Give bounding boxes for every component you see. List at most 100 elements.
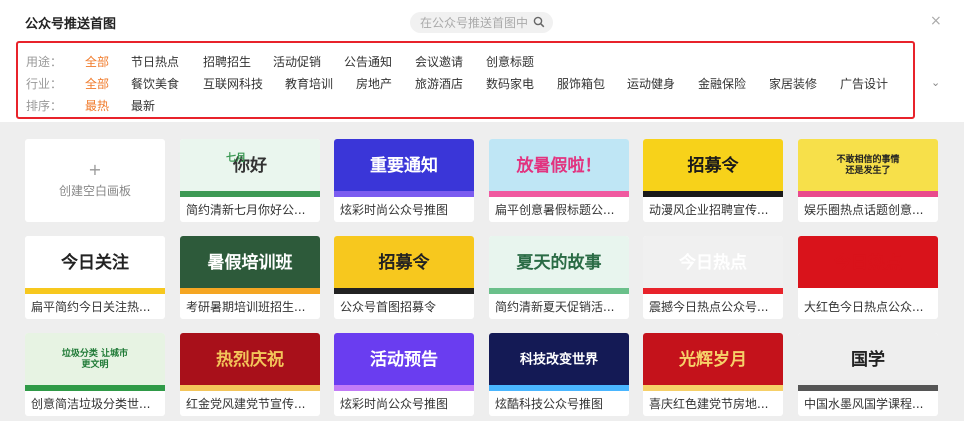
- template-caption[interactable]: 红金党风建党节宣传...: [186, 395, 318, 412]
- template-caption[interactable]: 炫彩时尚公众号推图: [340, 201, 472, 218]
- thumbnail-decoration: [180, 191, 320, 197]
- thumbnail-decoration: [798, 288, 938, 294]
- template-thumbnail[interactable]: 不敢相信的事情还是发生了: [798, 139, 938, 197]
- template-card[interactable]: 招募令动漫风企业招聘宣传...: [643, 139, 783, 222]
- template-caption[interactable]: 中国水墨风国学课程...: [804, 395, 936, 412]
- industry-option[interactable]: 家居装修: [769, 75, 817, 92]
- template-thumbnail[interactable]: 光辉岁月: [643, 333, 783, 391]
- sort-filter-row: 排序： 最热 最新: [26, 96, 155, 114]
- thumbnail-headline: 光辉岁月: [679, 349, 747, 370]
- search-input[interactable]: [420, 15, 530, 30]
- thumbnail-headline: 今日热点: [679, 252, 747, 273]
- template-caption[interactable]: 动漫风企业招聘宣传...: [649, 201, 781, 218]
- chevron-down-icon[interactable]: ⌄: [931, 76, 940, 89]
- template-thumbnail[interactable]: 国学: [798, 333, 938, 391]
- industry-option[interactable]: 数码家电: [486, 75, 534, 92]
- template-thumbnail[interactable]: 暑假培训班: [180, 236, 320, 294]
- template-thumbnail[interactable]: 热烈庆祝: [180, 333, 320, 391]
- usage-option[interactable]: 节日热点: [131, 53, 179, 70]
- template-card[interactable]: 光辉岁月喜庆红色建党节房地...: [643, 333, 783, 416]
- template-caption[interactable]: 炫酷科技公众号推图: [495, 395, 627, 412]
- template-card[interactable]: 今日热点震撼今日热点公众号...: [643, 236, 783, 319]
- industry-option[interactable]: 运动健身: [627, 75, 675, 92]
- industry-option[interactable]: 广告设计: [840, 75, 888, 92]
- industry-option[interactable]: 教育培训: [285, 75, 333, 92]
- template-card[interactable]: 科技改变世界炫酷科技公众号推图: [489, 333, 629, 416]
- create-blank-canvas-button[interactable]: + 创建空白画板: [25, 139, 165, 222]
- template-caption[interactable]: 震撼今日热点公众号...: [649, 298, 781, 315]
- template-thumbnail[interactable]: 活动预告: [334, 333, 474, 391]
- template-card[interactable]: 热烈庆祝红金党风建党节宣传...: [180, 333, 320, 416]
- template-thumbnail[interactable]: 招募令: [334, 236, 474, 294]
- thumbnail-decoration: [489, 191, 629, 197]
- template-card[interactable]: 招募令公众号首图招募令: [334, 236, 474, 319]
- template-caption[interactable]: 娱乐圈热点话题创意...: [804, 201, 936, 218]
- usage-option[interactable]: 公告通知: [344, 53, 392, 70]
- close-icon[interactable]: ×: [930, 14, 942, 28]
- thumbnail-headline: 垃圾分类 让城市更文明: [61, 349, 129, 370]
- template-card[interactable]: 垃圾分类 让城市更文明创意简洁垃圾分类世...: [25, 333, 165, 416]
- template-thumbnail[interactable]: 你好 七月: [180, 139, 320, 197]
- thumbnail-decoration: [334, 191, 474, 197]
- template-caption[interactable]: 简约清新夏天促销活...: [495, 298, 627, 315]
- sort-option[interactable]: 最新: [131, 97, 155, 114]
- template-caption[interactable]: 大红色今日热点公众...: [804, 298, 936, 315]
- template-card[interactable]: 不敢相信的事情还是发生了娱乐圈热点话题创意...: [798, 139, 938, 222]
- usage-option[interactable]: 招聘招生: [203, 53, 251, 70]
- industry-option[interactable]: 全部: [85, 75, 109, 92]
- search-box[interactable]: [410, 12, 553, 33]
- thumbnail-headline: 今日关注: [61, 252, 129, 273]
- usage-option[interactable]: 创意标题: [486, 53, 534, 70]
- thumbnail-decoration: [180, 385, 320, 391]
- industry-option[interactable]: 服饰箱包: [557, 75, 605, 92]
- usage-filter-label: 用途：: [26, 54, 63, 69]
- template-card[interactable]: 暑假培训班考研暑期培训班招生...: [180, 236, 320, 319]
- industry-option[interactable]: 旅游酒店: [415, 75, 463, 92]
- template-thumbnail[interactable]: 今日关注: [25, 236, 165, 294]
- template-card[interactable]: 放暑假啦！ 扁平创意暑假标题公...: [489, 139, 629, 222]
- template-card[interactable]: 重要通知炫彩时尚公众号推图: [334, 139, 474, 222]
- template-thumbnail[interactable]: 招募令: [643, 139, 783, 197]
- template-caption[interactable]: 喜庆红色建党节房地...: [649, 395, 781, 412]
- thumbnail-decoration: [334, 385, 474, 391]
- usage-option[interactable]: 全部: [85, 53, 109, 70]
- template-card[interactable]: 活动预告炫彩时尚公众号推图: [334, 333, 474, 416]
- template-thumbnail[interactable]: 今日热点: [643, 236, 783, 294]
- template-card[interactable]: 国学中国水墨风国学课程...: [798, 333, 938, 416]
- industry-filter-row: 行业： 全部 餐饮美食 互联网科技 教育培训 房地产 旅游酒店 数码家电 服饰箱…: [26, 74, 888, 92]
- thumbnail-decoration: [643, 385, 783, 391]
- thumbnail-headline: 暑假培训班: [207, 252, 293, 273]
- template-card[interactable]: 你好 七月简约清新七月你好公...: [180, 139, 320, 222]
- industry-option[interactable]: 房地产: [356, 75, 392, 92]
- template-caption[interactable]: 简约清新七月你好公...: [186, 201, 318, 218]
- industry-option[interactable]: 金融保险: [698, 75, 746, 92]
- usage-option[interactable]: 活动促销: [273, 53, 321, 70]
- thumbnail-decoration: [180, 288, 320, 294]
- thumbnail-headline: 招募令: [378, 252, 430, 273]
- template-thumbnail[interactable]: 今日热点: [798, 236, 938, 294]
- search-icon[interactable]: [533, 16, 545, 28]
- thumbnail-decoration: [334, 288, 474, 294]
- template-caption[interactable]: 扁平简约今日关注热...: [31, 298, 163, 315]
- thumbnail-headline: 不敢相信的事情还是发生了: [836, 155, 900, 176]
- thumbnail-headline: 科技改变世界: [519, 352, 599, 368]
- template-caption[interactable]: 炫彩时尚公众号推图: [340, 395, 472, 412]
- template-card[interactable]: 今日热点大红色今日热点公众...: [798, 236, 938, 319]
- sort-option[interactable]: 最热: [85, 97, 109, 114]
- template-thumbnail[interactable]: 放暑假啦！: [489, 139, 629, 197]
- thumbnail-decoration: [489, 288, 629, 294]
- template-thumbnail[interactable]: 科技改变世界: [489, 333, 629, 391]
- template-thumbnail[interactable]: 垃圾分类 让城市更文明: [25, 333, 165, 391]
- thumbnail-decoration: [643, 288, 783, 294]
- usage-option[interactable]: 会议邀请: [415, 53, 463, 70]
- industry-option[interactable]: 餐饮美食: [131, 75, 179, 92]
- template-caption[interactable]: 扁平创意暑假标题公...: [495, 201, 627, 218]
- template-thumbnail[interactable]: 重要通知: [334, 139, 474, 197]
- template-caption[interactable]: 考研暑期培训班招生...: [186, 298, 318, 315]
- template-card[interactable]: 夏天的故事简约清新夏天促销活...: [489, 236, 629, 319]
- template-card[interactable]: 今日关注扁平简约今日关注热...: [25, 236, 165, 319]
- template-caption[interactable]: 创意简洁垃圾分类世...: [31, 395, 163, 412]
- template-thumbnail[interactable]: 夏天的故事: [489, 236, 629, 294]
- industry-option[interactable]: 互联网科技: [203, 75, 263, 92]
- template-caption[interactable]: 公众号首图招募令: [340, 298, 472, 315]
